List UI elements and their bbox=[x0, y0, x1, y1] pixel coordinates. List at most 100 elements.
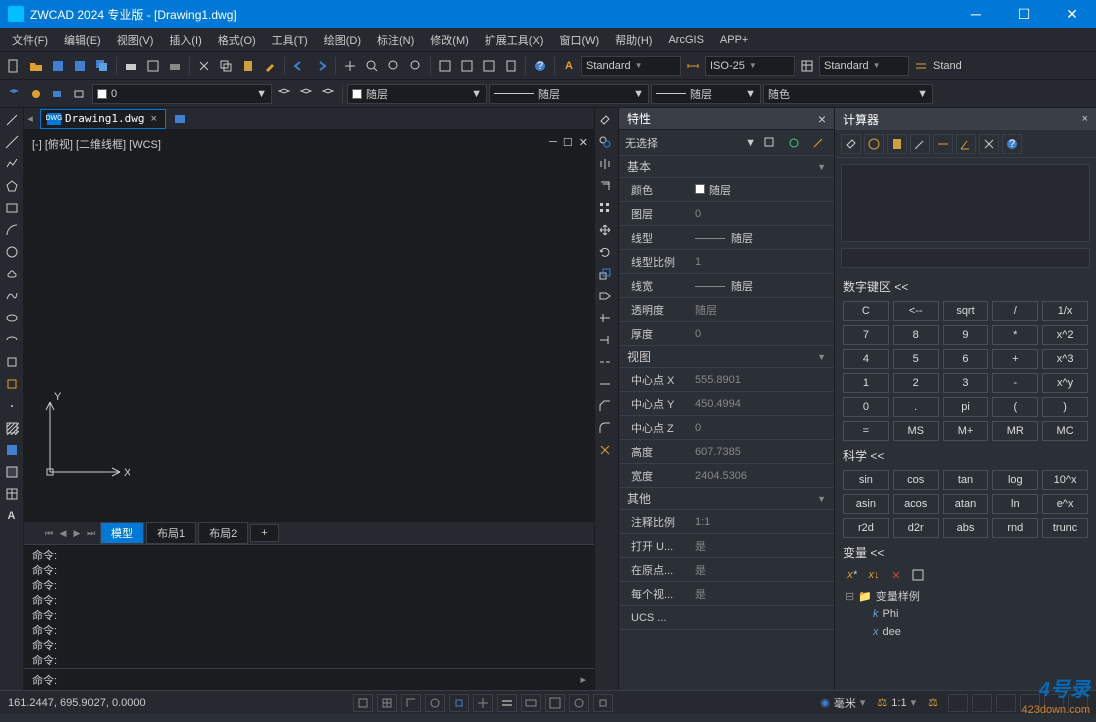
new-icon[interactable] bbox=[4, 56, 24, 76]
menu-item[interactable]: 窗口(W) bbox=[551, 29, 607, 51]
extend-icon[interactable] bbox=[595, 330, 615, 350]
var-calc-icon[interactable] bbox=[909, 567, 927, 583]
tab-add[interactable]: + bbox=[250, 524, 278, 542]
section-basic[interactable]: 基本▼ bbox=[619, 156, 834, 178]
calc-key[interactable]: 2 bbox=[893, 373, 939, 393]
prop-lineweight[interactable]: 线宽随层 bbox=[619, 274, 834, 298]
saveas-icon[interactable] bbox=[70, 56, 90, 76]
dim-style-icon[interactable] bbox=[683, 56, 703, 76]
menu-item[interactable]: 绘图(D) bbox=[316, 29, 369, 51]
grid-toggle[interactable] bbox=[377, 694, 397, 712]
open-icon[interactable] bbox=[26, 56, 46, 76]
calc-sci-key[interactable]: tan bbox=[943, 470, 989, 490]
layout-next-icon[interactable]: ▶ bbox=[70, 525, 84, 541]
prop-height[interactable]: 高度607.7385 bbox=[619, 440, 834, 464]
menu-item[interactable]: 工具(T) bbox=[264, 29, 316, 51]
layer-freeze-icon[interactable] bbox=[318, 84, 338, 104]
command-menu-icon[interactable]: ▸ bbox=[580, 673, 586, 686]
design-center-icon[interactable] bbox=[457, 56, 477, 76]
calc-key[interactable]: 1/x bbox=[1042, 301, 1088, 321]
layer-manager-icon[interactable] bbox=[4, 84, 24, 104]
help-icon[interactable]: ? bbox=[530, 56, 550, 76]
layer-dropdown[interactable]: 0 ▼ bbox=[92, 84, 272, 104]
calculator-input[interactable] bbox=[841, 248, 1090, 268]
calculator-icon[interactable] bbox=[501, 56, 521, 76]
tool-palette-icon[interactable] bbox=[479, 56, 499, 76]
model-toggle[interactable] bbox=[545, 694, 565, 712]
plotstyle-dropdown[interactable]: 随色 ▼ bbox=[763, 84, 933, 104]
polar-toggle[interactable] bbox=[425, 694, 445, 712]
offset-icon[interactable] bbox=[595, 176, 615, 196]
prop-thickness[interactable]: 厚度0 bbox=[619, 322, 834, 346]
calc-key[interactable]: - bbox=[992, 373, 1038, 393]
point-icon[interactable] bbox=[2, 396, 22, 416]
coordinates[interactable]: 161.2447, 695.9027, 0.0000 bbox=[8, 697, 146, 709]
prop-center-y[interactable]: 中心点 Y450.4994 bbox=[619, 392, 834, 416]
status-extra-6[interactable] bbox=[1068, 694, 1088, 712]
text-style-dropdown[interactable]: Standard▼ bbox=[581, 56, 681, 76]
status-extra-3[interactable] bbox=[996, 694, 1016, 712]
prop-center-z[interactable]: 中心点 Z0 bbox=[619, 416, 834, 440]
view-label[interactable]: [-] [俯视] [二维线框] [WCS] bbox=[32, 136, 161, 152]
dyn-toggle[interactable] bbox=[521, 694, 541, 712]
calc-getpoint-icon[interactable] bbox=[910, 134, 930, 154]
toggle-pickadd-icon[interactable] bbox=[808, 133, 828, 153]
doctab-prev-icon[interactable]: ◂ bbox=[24, 110, 36, 128]
annoscale-icon-2[interactable]: ⚖ bbox=[928, 696, 938, 709]
status-extra-4[interactable] bbox=[1020, 694, 1040, 712]
status-extra-2[interactable] bbox=[972, 694, 992, 712]
annoscale-icon[interactable]: ⚖ bbox=[877, 696, 887, 709]
calculator-close-icon[interactable]: × bbox=[1082, 113, 1088, 125]
scroll-left-icon[interactable] bbox=[28, 525, 42, 541]
layout-first-icon[interactable]: ⏮ bbox=[42, 525, 56, 541]
calc-key[interactable]: <-- bbox=[893, 301, 939, 321]
copy-obj-icon[interactable] bbox=[595, 132, 615, 152]
layer-states-icon[interactable] bbox=[26, 84, 46, 104]
rectangle-icon[interactable] bbox=[2, 198, 22, 218]
calc-key[interactable]: ( bbox=[992, 397, 1038, 417]
text-style-icon[interactable]: A bbox=[559, 56, 579, 76]
document-tab[interactable]: DWG Drawing1.dwg × bbox=[40, 109, 166, 129]
quick-select-icon[interactable] bbox=[760, 133, 780, 153]
status-extra-5[interactable] bbox=[1044, 694, 1064, 712]
annoscale-label[interactable]: 1:1 bbox=[891, 697, 906, 709]
stretch-icon[interactable] bbox=[595, 286, 615, 306]
prop-anno-scale[interactable]: 注释比例1:1 bbox=[619, 510, 834, 534]
matchprop-icon[interactable] bbox=[260, 56, 280, 76]
color-dropdown[interactable]: 随层 ▼ bbox=[347, 84, 487, 104]
calc-key[interactable]: ) bbox=[1042, 397, 1088, 417]
calc-key[interactable]: = bbox=[843, 421, 889, 441]
prop-color[interactable]: 颜色随层 bbox=[619, 178, 834, 202]
pan-icon[interactable] bbox=[340, 56, 360, 76]
calc-key[interactable]: x^3 bbox=[1042, 349, 1088, 369]
section-view[interactable]: 视图▼ bbox=[619, 346, 834, 368]
layer-iso-icon[interactable] bbox=[274, 84, 294, 104]
linetype-dropdown[interactable]: 随层 ▼ bbox=[489, 84, 649, 104]
calc-help-icon[interactable]: ? bbox=[1002, 134, 1022, 154]
selection-dropdown[interactable]: 无选择 ▼ bbox=[625, 134, 756, 152]
prop-per-viewport[interactable]: 每个视...是 bbox=[619, 582, 834, 606]
tab-close-icon[interactable]: × bbox=[148, 113, 158, 125]
prop-ucs-open[interactable]: 打开 U...是 bbox=[619, 534, 834, 558]
lwt-toggle[interactable] bbox=[497, 694, 517, 712]
tab-model[interactable]: 模型 bbox=[100, 522, 144, 544]
calc-key[interactable]: 3 bbox=[943, 373, 989, 393]
snap-toggle[interactable] bbox=[353, 694, 373, 712]
extra-toggle[interactable] bbox=[593, 694, 613, 712]
command-input[interactable] bbox=[61, 674, 580, 686]
zoom-window-icon[interactable] bbox=[384, 56, 404, 76]
spline-icon[interactable] bbox=[2, 286, 22, 306]
prop-ucs[interactable]: UCS ... bbox=[619, 606, 834, 630]
menu-item[interactable]: 扩展工具(X) bbox=[477, 29, 552, 51]
paste-icon[interactable] bbox=[238, 56, 258, 76]
scientific-header[interactable]: 科学 << bbox=[835, 443, 1096, 468]
calc-key[interactable]: x^2 bbox=[1042, 325, 1088, 345]
calc-intersect-icon[interactable] bbox=[979, 134, 999, 154]
calc-key[interactable]: x^y bbox=[1042, 373, 1088, 393]
tab-layout1[interactable]: 布局1 bbox=[146, 522, 196, 544]
calc-sci-key[interactable]: 10^x bbox=[1042, 470, 1088, 490]
rotate-icon[interactable] bbox=[595, 242, 615, 262]
new-tab-button[interactable] bbox=[170, 110, 190, 128]
calc-history-icon[interactable] bbox=[864, 134, 884, 154]
calc-key[interactable]: 8 bbox=[893, 325, 939, 345]
